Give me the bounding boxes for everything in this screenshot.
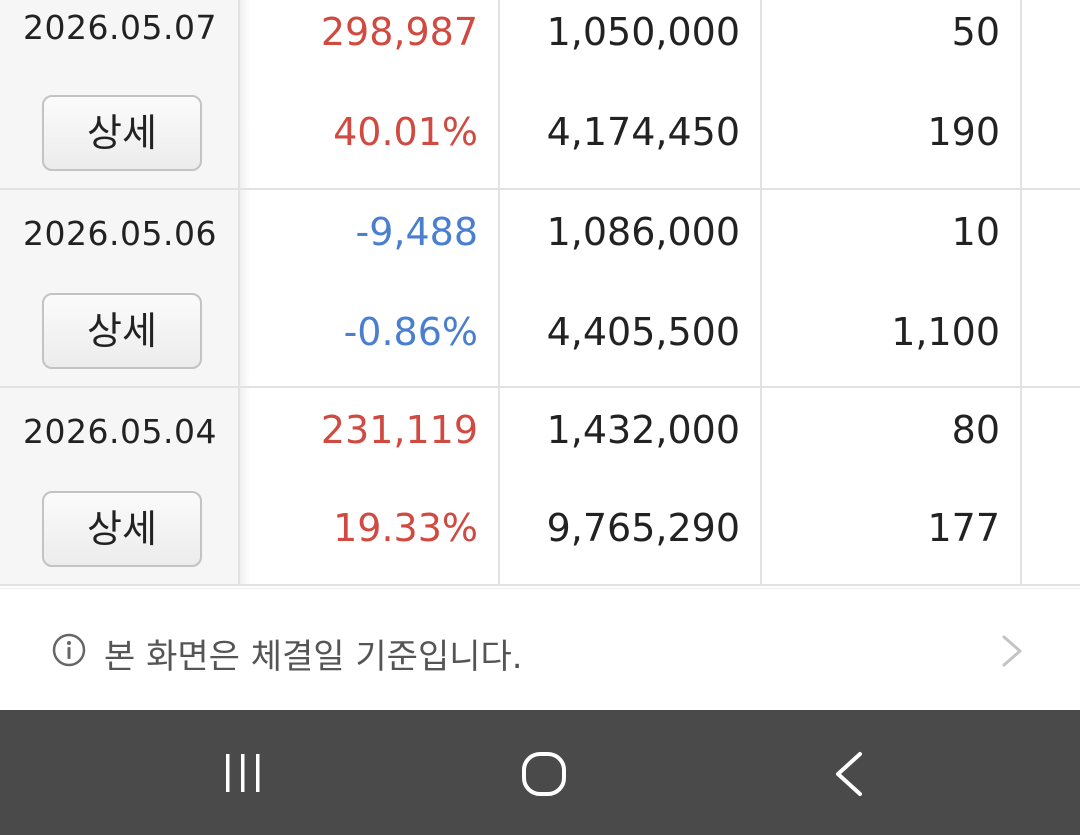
price-bottom: 4,405,500 (546, 310, 740, 354)
trade-date: 2026.05.06 (23, 214, 217, 253)
price-top: 1,432,000 (546, 408, 740, 452)
recent-apps-icon[interactable] (220, 750, 266, 796)
change-amount: 298,987 (320, 10, 478, 54)
detail-button[interactable]: 상세 (42, 293, 202, 369)
quantity-bottom: 190 (927, 110, 1000, 154)
quantity-top: 10 (951, 210, 1000, 254)
change-amount: -9,488 (355, 210, 479, 254)
quantity-bottom: 177 (927, 506, 1000, 550)
quantity-cell: 80 177 (762, 388, 1022, 584)
quantity-cell: 50 190 (762, 0, 1022, 188)
price-top: 1,086,000 (546, 210, 740, 254)
price-top: 1,050,000 (546, 10, 740, 54)
date-cell: 2026.05.06 상세 (0, 190, 240, 386)
price-cell: 1,050,000 4,174,450 (500, 0, 762, 188)
detail-button[interactable]: 상세 (42, 95, 202, 171)
info-icon (52, 633, 86, 667)
change-rate: -0.86% (343, 310, 478, 354)
change-cell: 231,119 19.33% (250, 388, 500, 584)
chevron-right-icon (1002, 635, 1022, 667)
quantity-bottom: 1,100 (891, 310, 1000, 354)
detail-button[interactable]: 상세 (42, 491, 202, 567)
table-row: 2026.05.04 상세 231,119 19.33% 1,432,000 9… (0, 388, 1080, 586)
notice-bar[interactable]: 본 화면은 체결일 기준입니다. (0, 588, 1080, 710)
trade-history-table: 2026.05.07 상세 298,987 40.01% 1,050,000 4… (0, 0, 1080, 588)
trade-date: 2026.05.04 (23, 412, 217, 451)
change-rate: 19.33% (333, 506, 478, 550)
table-row: 2026.05.07 상세 298,987 40.01% 1,050,000 4… (0, 0, 1080, 190)
date-cell: 2026.05.07 상세 (0, 0, 240, 188)
table-row: 2026.05.06 상세 -9,488 -0.86% 1,086,000 4,… (0, 190, 1080, 388)
notice-text: 본 화면은 체결일 기준입니다. (104, 637, 523, 677)
change-rate: 40.01% (333, 110, 478, 154)
back-icon[interactable] (830, 750, 870, 798)
quantity-top: 80 (951, 408, 1000, 452)
price-bottom: 4,174,450 (546, 110, 740, 154)
home-icon[interactable] (520, 750, 568, 798)
quantity-top: 50 (951, 10, 1000, 54)
trade-date: 2026.05.07 (23, 8, 217, 47)
system-navigation-bar (0, 710, 1080, 835)
change-cell: 298,987 40.01% (250, 0, 500, 188)
change-cell: -9,488 -0.86% (250, 190, 500, 386)
quantity-cell: 10 1,100 (762, 190, 1022, 386)
date-cell: 2026.05.04 상세 (0, 388, 240, 584)
price-cell: 1,432,000 9,765,290 (500, 388, 762, 584)
price-cell: 1,086,000 4,405,500 (500, 190, 762, 386)
price-bottom: 9,765,290 (546, 506, 740, 550)
change-amount: 231,119 (320, 408, 478, 452)
